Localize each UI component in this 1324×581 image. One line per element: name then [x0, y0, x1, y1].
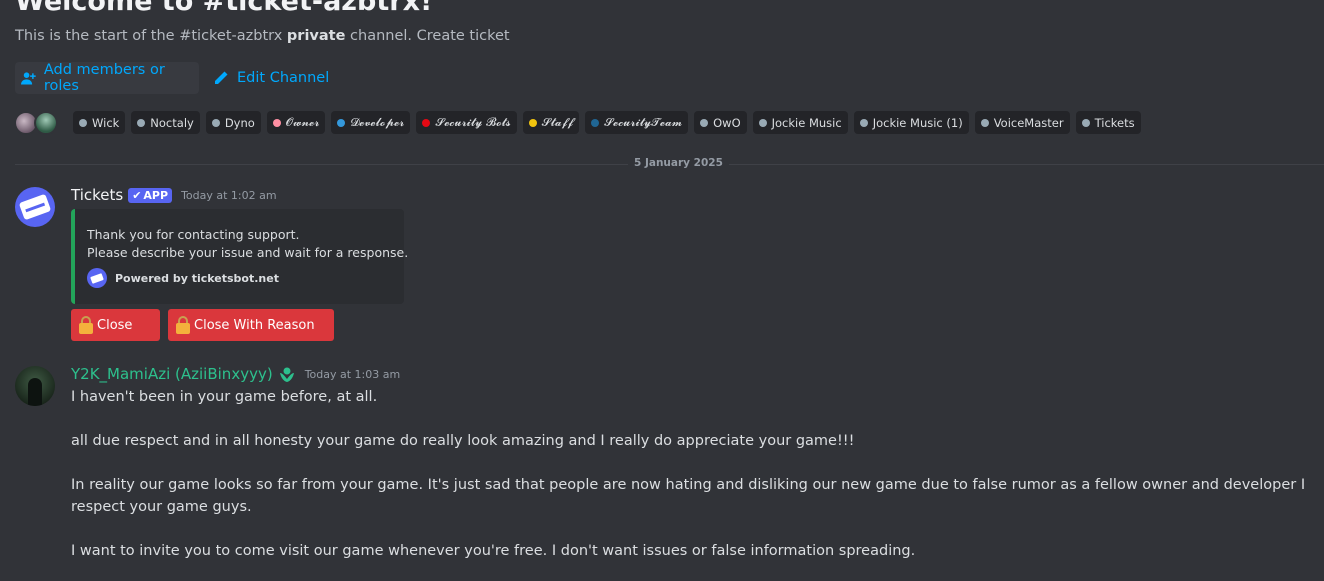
subtitle-private: private — [286, 28, 346, 44]
role-name: Tickets — [1094, 115, 1135, 130]
avatar[interactable] — [15, 366, 55, 406]
role-pill-owo[interactable]: OwO — [694, 111, 747, 134]
role-color-dot — [422, 118, 431, 127]
role-name: Noctaly — [150, 115, 194, 130]
role-pill-owner[interactable]: 𝓞𝔀𝓷𝓮𝓻 — [266, 111, 326, 134]
role-color-dot — [337, 118, 346, 127]
role-pill-staff[interactable]: 𝓢𝓽𝓪𝓯𝓯 — [522, 111, 580, 134]
ticketsbot-icon — [87, 268, 107, 288]
role-name: OwO — [713, 115, 741, 130]
role-color-dot — [859, 118, 868, 127]
role-name: Jockie Music — [771, 115, 842, 130]
message-header: Y2K_MamiAzi (AziiBinxyyy) Today at 1:03 … — [71, 365, 400, 383]
role-name: Dyno — [224, 115, 255, 130]
date-divider: 5 January 2025 — [628, 157, 729, 169]
role-color-dot — [591, 118, 600, 127]
message-paragraph: In reality our game looks so far from yo… — [71, 477, 1306, 515]
role-name: 𝓢𝓽𝓪𝓯𝓯 — [541, 115, 574, 129]
role-pill-voicemaster[interactable]: VoiceMaster — [974, 111, 1070, 134]
role-list: Wick Noctaly Dyno 𝓞𝔀𝓷𝓮𝓻 𝓓𝓮𝓿𝓮𝓵𝓸𝓹𝓮𝓻 𝓢𝓮𝓬𝓾𝓻𝓲… — [73, 111, 1141, 134]
add-member-icon — [21, 72, 36, 85]
member-avatars[interactable] — [14, 111, 58, 135]
server-booster-icon — [279, 367, 294, 382]
role-color-dot — [980, 118, 989, 127]
role-color-dot — [528, 118, 537, 127]
close-with-reason-button[interactable]: Close With Reason — [168, 309, 334, 341]
subtitle-prefix: This is the start of the #ticket-azbtrx — [15, 28, 287, 44]
close-button-label: Close — [97, 317, 133, 333]
ticket-icon — [18, 193, 52, 221]
message-header: Tickets ✔ APP Today at 1:02 am — [71, 186, 277, 204]
embed-line: Please describe your issue and wait for … — [87, 245, 409, 260]
avatar[interactable] — [15, 187, 55, 227]
subtitle-suffix: channel. Create ticket — [345, 28, 510, 44]
close-button[interactable]: Close — [71, 309, 160, 341]
app-badge: ✔ APP — [128, 187, 173, 203]
message-paragraph: all due respect and in all honesty your … — [71, 433, 855, 449]
message-author[interactable]: Y2K_MamiAzi (AziiBinxyyy) — [71, 365, 273, 383]
message-timestamp[interactable]: Today at 1:02 am — [181, 189, 277, 202]
close-with-reason-label: Close With Reason — [194, 317, 315, 333]
role-color-dot — [1081, 118, 1090, 127]
checkmark-icon: ✔ — [132, 188, 142, 202]
message-paragraph: I want to invite you to come visit our g… — [71, 543, 916, 559]
embed-footer: Powered by ticketsbot.net — [87, 268, 279, 288]
embed-description: Thank you for contacting support. Please… — [87, 226, 408, 262]
role-pill-dyno[interactable]: Dyno — [205, 111, 261, 134]
role-name: 𝓞𝔀𝓷𝓮𝓻 — [285, 115, 320, 129]
role-color-dot — [211, 118, 220, 127]
avatar[interactable] — [34, 111, 58, 135]
role-color-dot — [700, 118, 709, 127]
role-pill-wick[interactable]: Wick — [73, 111, 126, 134]
role-name: VoiceMaster — [993, 115, 1064, 130]
role-color-dot — [137, 118, 146, 127]
message-paragraph: I haven't been in your game before, at a… — [71, 389, 378, 405]
role-name: 𝓢𝓮𝓬𝓾𝓻𝓲𝓽𝔂 𝓑𝓸𝓽𝓼 — [435, 115, 511, 129]
app-badge-label: APP — [143, 188, 169, 202]
add-members-label: Add members or roles — [43, 62, 165, 94]
pencil-icon — [215, 71, 228, 84]
lock-icon — [79, 316, 93, 334]
role-color-dot — [272, 118, 281, 127]
role-name: 𝓓𝓮𝓿𝓮𝓵𝓸𝓹𝓮𝓻 — [350, 115, 405, 129]
message-timestamp[interactable]: Today at 1:03 am — [305, 368, 401, 381]
role-pill-developer[interactable]: 𝓓𝓮𝓿𝓮𝓵𝓸𝓹𝓮𝓻 — [331, 111, 411, 134]
role-color-dot — [79, 118, 87, 127]
role-color-dot — [758, 118, 767, 127]
embed-footer-text: Powered by ticketsbot.net — [115, 271, 279, 285]
role-pill-noctaly[interactable]: Noctaly — [131, 111, 200, 134]
embed-line: Thank you for contacting support. — [87, 227, 300, 242]
role-pill-tickets[interactable]: Tickets — [1075, 111, 1141, 134]
role-pill-jockie-music[interactable]: Jockie Music — [752, 111, 848, 134]
role-pill-security-team[interactable]: 𝓢𝓮𝓬𝓾𝓻𝓲𝓽𝔂𝓣𝓮𝓪𝓶 — [585, 111, 689, 134]
channel-welcome-title: Welcome to #ticket-azbtrx! — [15, 0, 433, 17]
role-name: 𝓢𝓮𝓬𝓾𝓻𝓲𝓽𝔂𝓣𝓮𝓪𝓶 — [604, 115, 683, 129]
channel-welcome-subtitle: This is the start of the #ticket-azbtrx … — [15, 28, 510, 44]
message-embed: Thank you for contacting support. Please… — [71, 209, 408, 304]
role-name: Jockie Music (1) — [872, 115, 963, 130]
role-name: Wick — [92, 115, 120, 130]
lock-icon — [176, 316, 190, 334]
message-author[interactable]: Tickets — [71, 186, 123, 204]
edit-channel-button[interactable]: Edit Channel — [207, 62, 335, 94]
role-pill-security-bots[interactable]: 𝓢𝓮𝓬𝓾𝓻𝓲𝓽𝔂 𝓑𝓸𝓽𝓼 — [416, 111, 517, 134]
edit-channel-label: Edit Channel — [237, 70, 330, 86]
add-members-button[interactable]: Add members or roles — [15, 62, 199, 94]
role-pill-jockie-music-1[interactable]: Jockie Music (1) — [853, 111, 969, 134]
